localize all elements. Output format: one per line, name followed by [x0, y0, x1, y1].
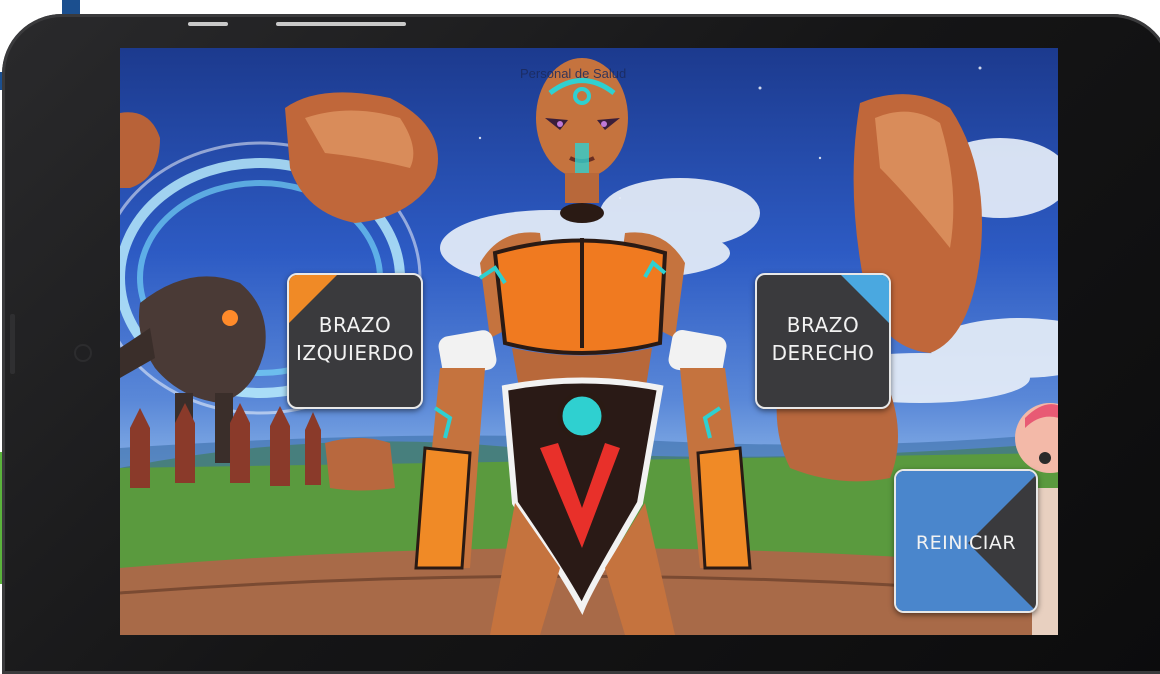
right-arm-label: BRAZO DERECHO — [757, 311, 889, 367]
right-arm-button[interactable]: BRAZO DERECHO — [755, 273, 891, 409]
left-arm-button[interactable]: BRAZO IZQUIERDO — [287, 273, 423, 409]
tablet-power-button — [276, 22, 406, 26]
tablet-side-button — [10, 314, 15, 374]
game-viewport[interactable]: Personal de Salud BRAZO IZQUIERDO BRAZO … — [120, 48, 1058, 635]
front-camera-icon — [76, 346, 90, 360]
scene-title: Personal de Salud — [520, 66, 627, 81]
right-arm-label-line1: BRAZO — [786, 313, 860, 337]
left-arm-label-line1: BRAZO — [318, 313, 392, 337]
left-arm-label: BRAZO IZQUIERDO — [289, 311, 421, 367]
right-arm-label-line2: DERECHO — [771, 341, 875, 365]
reset-button[interactable]: REINICIAR — [894, 469, 1038, 613]
main-character — [414, 58, 752, 635]
left-arm-label-line2: IZQUIERDO — [295, 341, 415, 365]
reset-label: REINICIAR — [915, 532, 1017, 554]
tablet-volume-button — [188, 22, 228, 26]
